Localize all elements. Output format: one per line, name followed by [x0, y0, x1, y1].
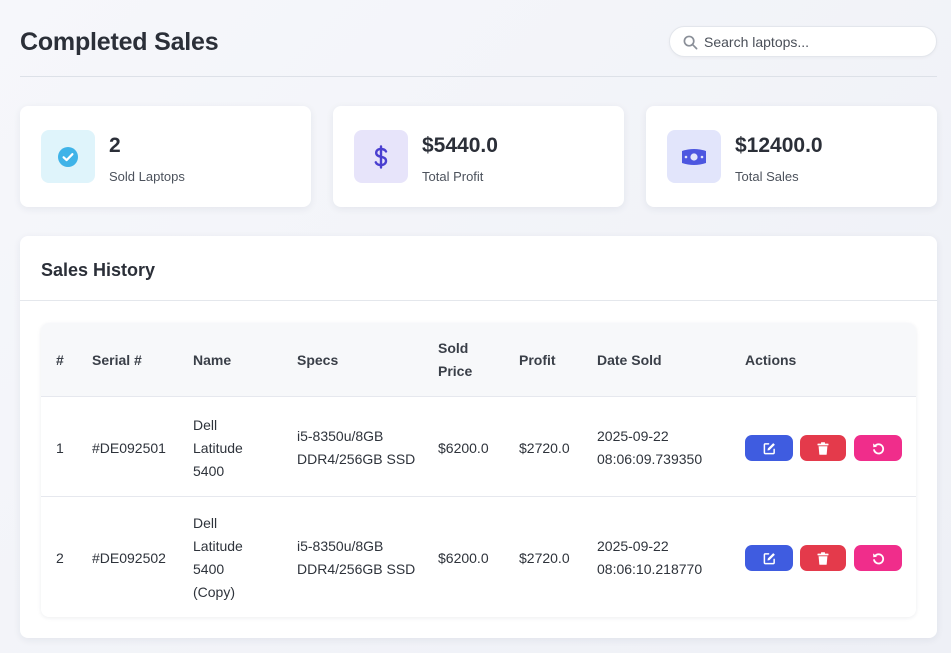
stat-card-total-profit: $5440.0 Total Profit [333, 106, 624, 207]
table-row: 2 #DE092502 Dell Latitude 5400 (Copy) i5… [41, 497, 916, 617]
cell-date-sold: 2025-09-22 08:06:10.218770 [597, 535, 702, 581]
cell-date-sold: 2025-09-22 08:06:09.739350 [597, 425, 702, 471]
page-title: Completed Sales [20, 28, 219, 56]
section-title: Sales History [41, 260, 156, 280]
stat-value: 2 [109, 134, 121, 157]
column-header-actions: Actions [745, 352, 797, 368]
stat-icon-box [667, 130, 721, 183]
cell-date-line: 2025-09-22 [597, 538, 669, 554]
cell-name-line: 5400 [193, 463, 225, 479]
restore-button[interactable] [854, 545, 902, 571]
column-header-date-sold: Date Sold [597, 352, 662, 368]
undo-icon [872, 442, 884, 454]
edit-icon [763, 442, 775, 454]
column-header-sold-price-line: Sold [438, 340, 469, 356]
page-header: Completed Sales [20, 0, 937, 77]
column-header-name: Name [193, 352, 232, 368]
cell-specs-line: DDR4/256GB SSD [297, 561, 416, 577]
cell-name-line: Dell [193, 515, 218, 531]
cell-profit: $2720.0 [519, 440, 570, 456]
column-header-serial: Serial # [92, 352, 142, 368]
sales-history-card: Sales History # Serial # Name Specs Sold… [20, 236, 937, 638]
stat-card-total-sales: $12400.0 Total Sales [646, 106, 937, 207]
divider [20, 300, 937, 301]
cell-name: Dell Latitude 5400 (Copy) [193, 512, 243, 604]
dollar-icon [374, 144, 388, 169]
cell-number: 1 [56, 440, 64, 456]
search-input[interactable] [704, 27, 924, 56]
table-header: # Serial # Name Specs Sold Price Profit … [41, 323, 916, 397]
cell-name-line: Latitude [193, 440, 243, 456]
cell-specs-line: DDR4/256GB SSD [297, 451, 416, 467]
cell-specs-line: i5-8350u/8GB [297, 538, 384, 554]
cell-specs: i5-8350u/8GB DDR4/256GB SSD [297, 425, 415, 471]
stat-value: $12400.0 [735, 134, 823, 157]
stat-icon-box [41, 130, 95, 183]
cell-name: Dell Latitude 5400 [193, 414, 243, 483]
table-row: 1 #DE092501 Dell Latitude 5400 i5-8350u/… [41, 398, 916, 497]
cell-specs: i5-8350u/8GB DDR4/256GB SSD [297, 535, 415, 581]
trash-icon [817, 441, 829, 455]
cell-profit: $2720.0 [519, 550, 570, 566]
column-header-sold-price-line: Price [438, 363, 473, 379]
cell-serial: #DE092502 [92, 550, 166, 566]
cell-sold-price: $6200.0 [438, 550, 489, 566]
cell-sold-price: $6200.0 [438, 440, 489, 456]
edit-button[interactable] [745, 435, 793, 461]
stat-label: Total Sales [735, 169, 799, 184]
delete-button[interactable] [800, 545, 846, 571]
sales-table: # Serial # Name Specs Sold Price Profit … [41, 323, 916, 617]
check-circle-icon [58, 146, 78, 167]
cell-serial: #DE092501 [92, 440, 166, 456]
search-icon [683, 35, 698, 50]
cell-date-line: 08:06:10.218770 [597, 561, 703, 577]
trash-icon [817, 551, 829, 565]
column-header-specs: Specs [297, 352, 339, 368]
column-header-sold-price: Sold Price [438, 337, 472, 383]
cell-number: 2 [56, 550, 64, 566]
delete-button[interactable] [800, 435, 846, 461]
cell-name-line: 5400 [193, 561, 225, 577]
cell-name-line: Dell [193, 417, 218, 433]
cell-date-line: 08:06:09.739350 [597, 451, 703, 467]
cell-date-line: 2025-09-22 [597, 428, 669, 444]
stat-icon-box [354, 130, 408, 183]
stat-label: Sold Laptops [109, 169, 185, 184]
cell-name-line: Latitude [193, 538, 243, 554]
stat-value: $5440.0 [422, 134, 498, 157]
edit-icon [763, 552, 775, 564]
search-box[interactable] [669, 26, 937, 57]
restore-button[interactable] [854, 435, 902, 461]
column-header-number: # [56, 352, 64, 368]
cell-specs-line: i5-8350u/8GB [297, 428, 384, 444]
stat-label: Total Profit [422, 169, 484, 184]
stat-card-sold-laptops: 2 Sold Laptops [20, 106, 311, 207]
cell-name-line: (Copy) [193, 584, 236, 600]
edit-button[interactable] [745, 545, 793, 571]
money-bill-icon [682, 148, 706, 165]
undo-icon [872, 552, 884, 564]
column-header-profit: Profit [519, 352, 556, 368]
